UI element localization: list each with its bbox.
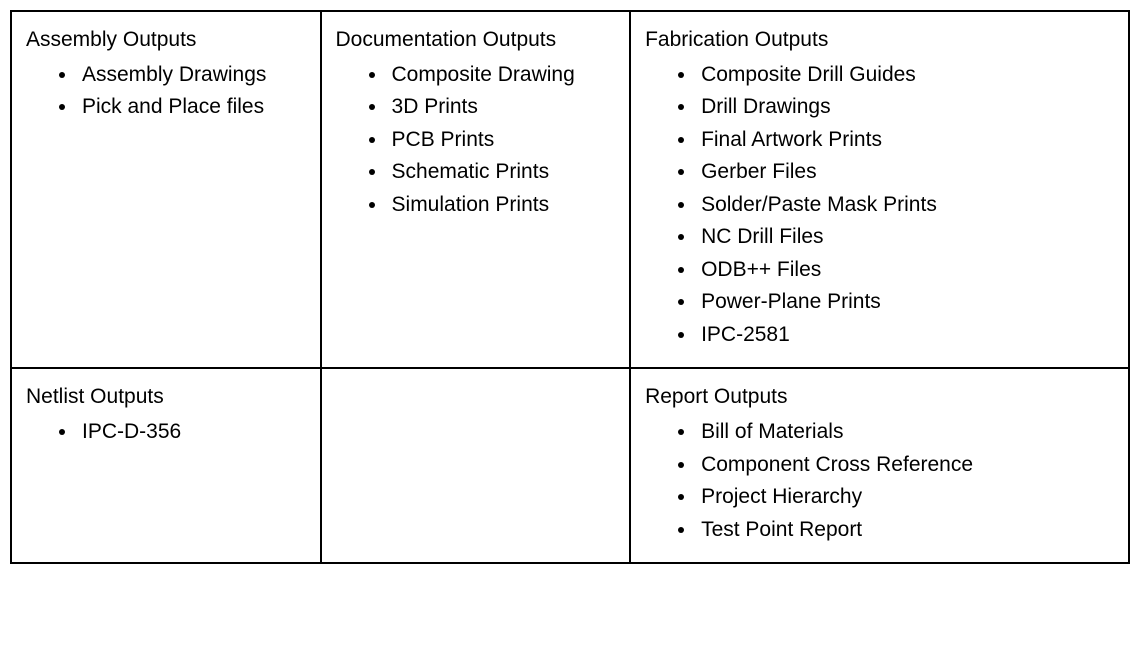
list-item: Project Hierarchy (697, 481, 1114, 514)
list-item: Solder/Paste Mask Prints (697, 189, 1114, 222)
cell-netlist-outputs: Netlist Outputs IPC-D-356 (11, 368, 321, 563)
list-item: Assembly Drawings (78, 59, 306, 92)
list-item: Test Point Report (697, 514, 1114, 547)
outputs-table: Assembly Outputs Assembly DrawingsPick a… (10, 10, 1130, 564)
netlist-outputs-list: IPC-D-356 (26, 416, 306, 449)
report-outputs-list: Bill of MaterialsComponent Cross Referen… (645, 416, 1114, 546)
assembly-outputs-list: Assembly DrawingsPick and Place files (26, 59, 306, 124)
list-item: IPC-D-356 (78, 416, 306, 449)
cell-report-outputs: Report Outputs Bill of MaterialsComponen… (630, 368, 1129, 563)
list-item: Gerber Files (697, 156, 1114, 189)
list-item: ODB++ Files (697, 254, 1114, 287)
list-item: PCB Prints (388, 124, 616, 157)
list-item: Power-Plane Prints (697, 286, 1114, 319)
list-item: Final Artwork Prints (697, 124, 1114, 157)
list-item: IPC-2581 (697, 319, 1114, 352)
list-item: Simulation Prints (388, 189, 616, 222)
documentation-outputs-heading: Documentation Outputs (336, 24, 616, 57)
cell-empty (321, 368, 631, 563)
list-item: Drill Drawings (697, 91, 1114, 124)
list-item: Component Cross Reference (697, 449, 1114, 482)
list-item: Pick and Place files (78, 91, 306, 124)
outputs-row-2: Netlist Outputs IPC-D-356 Report Outputs… (11, 368, 1129, 563)
list-item: 3D Prints (388, 91, 616, 124)
fabrication-outputs-list: Composite Drill GuidesDrill DrawingsFina… (645, 59, 1114, 352)
list-item: Composite Drawing (388, 59, 616, 92)
netlist-outputs-heading: Netlist Outputs (26, 381, 306, 414)
list-item: NC Drill Files (697, 221, 1114, 254)
list-item: Bill of Materials (697, 416, 1114, 449)
documentation-outputs-list: Composite Drawing3D PrintsPCB PrintsSche… (336, 59, 616, 222)
outputs-row-1: Assembly Outputs Assembly DrawingsPick a… (11, 11, 1129, 368)
report-outputs-heading: Report Outputs (645, 381, 1114, 414)
fabrication-outputs-heading: Fabrication Outputs (645, 24, 1114, 57)
assembly-outputs-heading: Assembly Outputs (26, 24, 306, 57)
cell-fabrication-outputs: Fabrication Outputs Composite Drill Guid… (630, 11, 1129, 368)
cell-documentation-outputs: Documentation Outputs Composite Drawing3… (321, 11, 631, 368)
list-item: Schematic Prints (388, 156, 616, 189)
list-item: Composite Drill Guides (697, 59, 1114, 92)
cell-assembly-outputs: Assembly Outputs Assembly DrawingsPick a… (11, 11, 321, 368)
